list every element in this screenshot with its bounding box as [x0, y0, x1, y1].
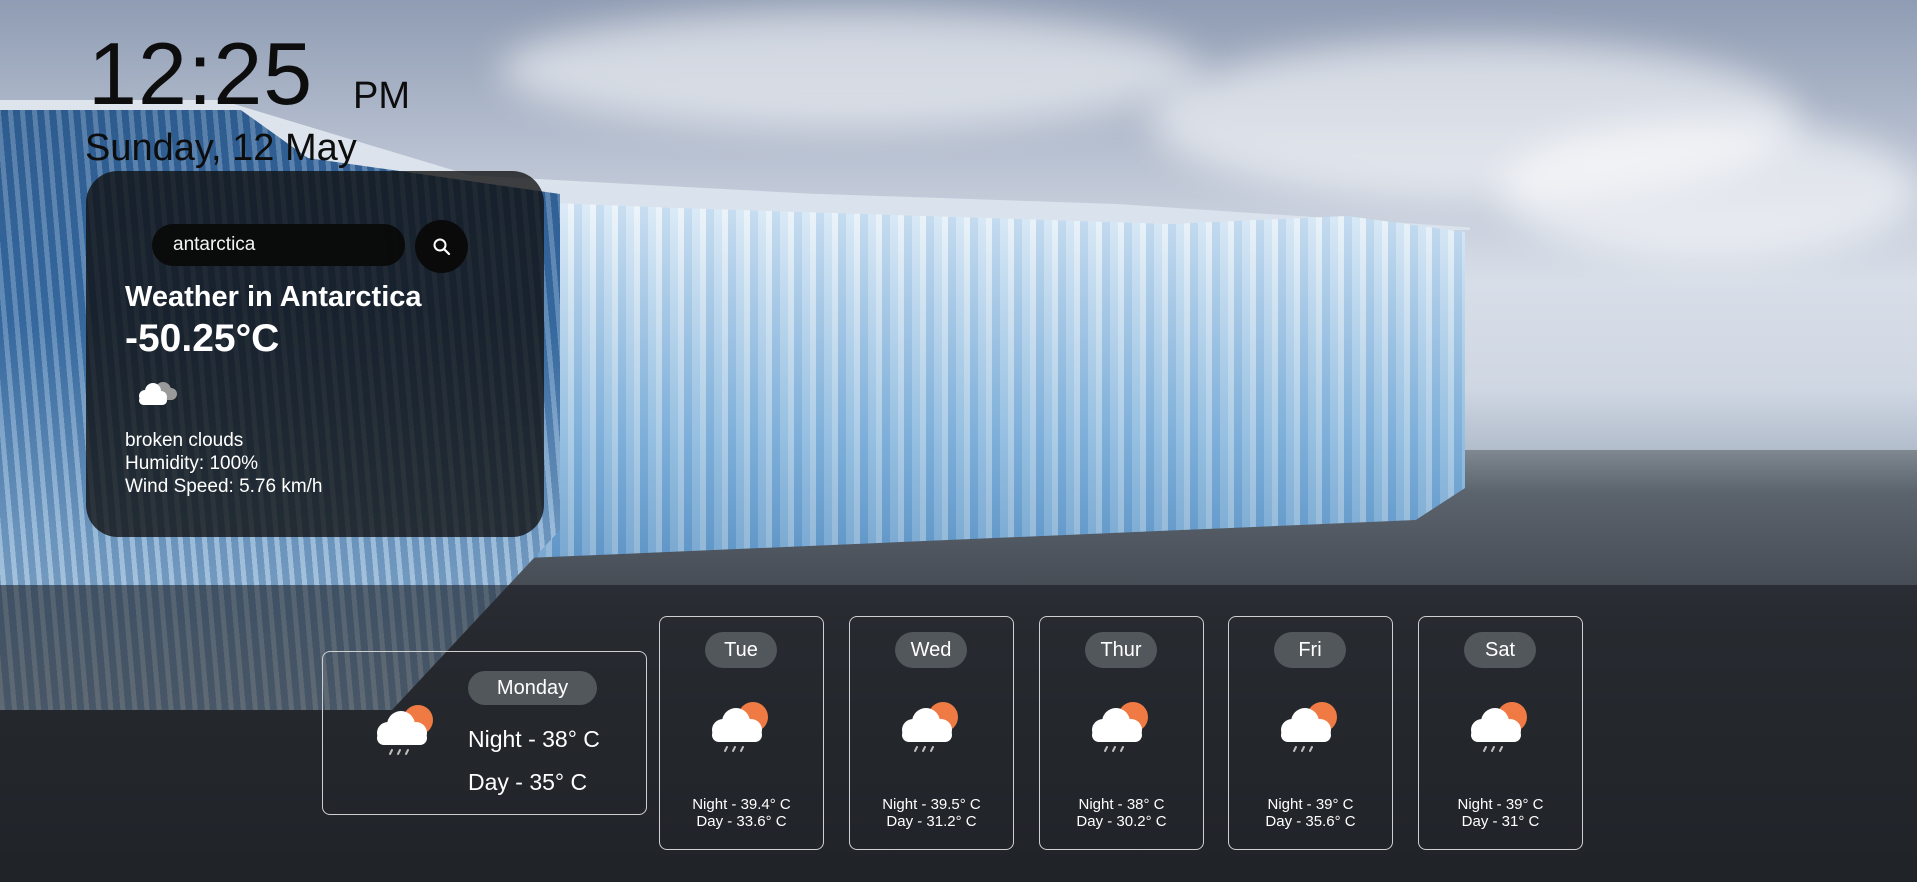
- location-title: Weather in Antarctica: [125, 281, 422, 313]
- forecast-night-temp: Night - 39° C: [1267, 796, 1354, 813]
- forecast-card: Wed Night - 39.5° C Day - 31.2° C: [849, 616, 1014, 850]
- rain-sun-cloud-icon: [1464, 697, 1534, 760]
- forecast-card: Thur Night - 38° C Day - 30.2° C: [1039, 616, 1204, 850]
- forecast-day-temp: Day - 35.6° C: [1265, 813, 1356, 830]
- clock-time: 12:25: [88, 24, 314, 123]
- forecast-night-temp: Night - 39.5° C: [882, 796, 981, 813]
- weather-card: Weather in Antarctica -50.25°C broken cl…: [86, 171, 544, 537]
- clock: 12:25 PM: [88, 24, 410, 123]
- forecast-card: Tue Night - 39.4° C Day - 33.6° C: [659, 616, 824, 850]
- forecast-day-label: Monday: [468, 671, 597, 705]
- broken-clouds-icon: [139, 382, 177, 405]
- current-temperature: -50.25°C: [125, 317, 280, 360]
- forecast-night-temp: Night - 38° C: [1078, 796, 1165, 813]
- search-button[interactable]: [415, 220, 468, 273]
- forecast-day-label: Wed: [895, 632, 967, 668]
- forecast-temps: Night - 39° C Day - 35.6° C: [1229, 796, 1392, 830]
- rain-sun-cloud-icon: [1274, 697, 1344, 760]
- forecast-temps: Night - 39° C Day - 31° C: [1419, 796, 1582, 830]
- forecast-day-label: Thur: [1085, 632, 1157, 668]
- rain-sun-cloud-icon: [1085, 697, 1155, 760]
- current-date: Sunday, 12 May: [85, 127, 357, 169]
- rain-sun-cloud-icon: [895, 697, 965, 760]
- forecast-day-temp: Day - 33.6° C: [696, 813, 787, 830]
- forecast-card: Sat Night - 39° C Day - 31° C: [1418, 616, 1583, 850]
- rain-sun-cloud-icon: [370, 700, 440, 763]
- clock-ampm: PM: [353, 75, 410, 117]
- forecast-night-temp: Night - 38° C: [468, 726, 600, 752]
- rain-sun-cloud-icon: [705, 697, 775, 760]
- weather-description: broken clouds: [125, 430, 244, 451]
- weather-details: broken clouds Humidity: 100% Wind Speed:…: [125, 429, 323, 498]
- forecast-temps: Night - 39.5° C Day - 31.2° C: [850, 796, 1013, 830]
- humidity-value: Humidity: 100%: [125, 453, 259, 474]
- forecast-today-card: Monday Night - 38° C Day - 35° C: [322, 651, 647, 815]
- wind-speed-value: Wind Speed: 5.76 km/h: [125, 476, 323, 497]
- forecast-day-temp: Day - 30.2° C: [1076, 813, 1167, 830]
- forecast-day-label: Fri: [1274, 632, 1346, 668]
- forecast-day-temp: Day - 35° C: [468, 769, 588, 795]
- forecast-card: Fri Night - 39° C Day - 35.6° C: [1228, 616, 1393, 850]
- forecast-night-temp: Night - 39° C: [1457, 796, 1544, 813]
- forecast-day-label: Sat: [1464, 632, 1536, 668]
- forecast-day-temp: Day - 31° C: [1461, 813, 1540, 830]
- search-input[interactable]: [173, 233, 393, 257]
- forecast-night-temp: Night - 39.4° C: [692, 796, 791, 813]
- search-box: [152, 224, 405, 266]
- search-icon: [433, 238, 450, 255]
- forecast-temps: Night - 38° C Day - 30.2° C: [1040, 796, 1203, 830]
- forecast-temps: Night - 39.4° C Day - 33.6° C: [660, 796, 823, 830]
- forecast-day-temp: Day - 31.2° C: [886, 813, 977, 830]
- forecast-day-label: Tue: [705, 632, 777, 668]
